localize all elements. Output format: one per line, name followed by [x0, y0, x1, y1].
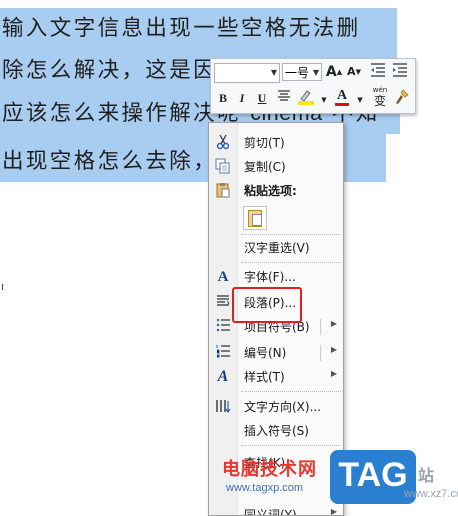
doc-line-3-text: 应该怎么来操作解决呢	[2, 101, 242, 126]
menu-item-font[interactable]: A 字体(F)...	[209, 265, 343, 289]
menu-item-cut[interactable]: 剪切(T)	[209, 131, 343, 155]
watermark-text: 电脑技术网	[222, 459, 317, 480]
format-painter-icon[interactable]	[393, 89, 411, 107]
annotation-highlight-box	[232, 287, 302, 323]
split-separator	[320, 319, 321, 335]
copy-icon	[213, 158, 233, 176]
text-direction-icon	[213, 398, 233, 416]
phonetic-char: 变	[373, 94, 386, 108]
menu-separator	[241, 391, 341, 392]
grow-font-button[interactable]: A▲	[325, 63, 343, 81]
center-align-icon[interactable]	[275, 89, 293, 107]
font-color-swatch	[335, 103, 349, 106]
menu-item-label: 文字方向(X)...	[244, 400, 322, 414]
bold-button[interactable]: B	[214, 89, 232, 107]
mini-toolbar: ▼ 一号 ▼ A▲ A▼ B I U ▼ A ▼ wén 变	[210, 58, 416, 114]
highlight-icon[interactable]	[297, 89, 315, 107]
decrease-indent-icon[interactable]	[369, 63, 387, 81]
menu-item-label: 字体(F)...	[244, 270, 296, 284]
font-icon: A	[217, 269, 229, 285]
font-size-box[interactable]: 一号 ▼	[282, 63, 322, 81]
font-color-label: A	[336, 88, 348, 103]
doc-line-2: 除怎么解决，这是因	[2, 50, 217, 92]
increase-indent-icon[interactable]	[391, 63, 409, 81]
menu-separator	[241, 234, 341, 235]
paste-keep-format-button[interactable]	[243, 206, 267, 230]
doc-line-1-text: 输入文字信息出现一些空格无法删	[2, 16, 361, 41]
submenu-arrow-icon[interactable]: ▶	[331, 507, 337, 515]
shrink-font-button[interactable]: A▼	[345, 63, 363, 81]
menu-item-synonyms[interactable]: 同义词(Y) ▶	[209, 503, 343, 516]
text-marker	[2, 284, 3, 290]
submenu-arrow-icon[interactable]: ▶	[331, 369, 337, 378]
watermark-url: www.tagxp.com	[226, 482, 304, 494]
menu-separator	[241, 262, 341, 263]
menu-item-numbering[interactable]: 编号(N) ▶	[209, 341, 343, 365]
menu-item-reconvert[interactable]: 汉字重选(V)	[209, 236, 343, 260]
phonetic-guide-button[interactable]: wén 变	[369, 86, 391, 110]
menu-item-insert-symbol[interactable]: 插入符号(S)	[209, 419, 343, 443]
chevron-down-icon[interactable]: ▼	[313, 64, 319, 82]
font-color-button[interactable]: A	[333, 87, 351, 106]
doc-line-2-text: 除怎么解决，这是因	[2, 58, 218, 83]
menu-item-label: 粘贴选项:	[244, 184, 297, 198]
menu-item-label: 剪切(T)	[244, 136, 285, 150]
grow-font-label: A	[325, 64, 337, 80]
paragraph-icon	[213, 294, 233, 312]
submenu-arrow-icon[interactable]: ▶	[331, 319, 337, 328]
chevron-down-icon[interactable]: ▼	[315, 91, 333, 109]
chevron-down-icon[interactable]: ▼	[271, 68, 277, 77]
menu-item-label: 汉字重选(V)	[244, 241, 310, 255]
menu-item-label: 复制(C)	[244, 160, 286, 174]
menu-item-label: 同义词(Y)	[244, 508, 297, 516]
submenu-arrow-icon[interactable]: ▶	[331, 345, 337, 354]
shrink-font-label: A	[347, 65, 356, 78]
cut-icon	[213, 134, 233, 152]
bullets-icon	[213, 318, 233, 336]
split-separator	[320, 345, 321, 361]
phonetic-pinyin: wén	[372, 86, 388, 94]
menu-item-label: 样式(T)	[244, 370, 285, 384]
styles-icon: A	[217, 368, 229, 385]
menu-item-label: 编号(N)	[244, 346, 287, 360]
numbering-icon	[213, 344, 233, 362]
paste-icon	[213, 182, 233, 200]
menu-item-text-direction[interactable]: 文字方向(X)...	[209, 395, 343, 419]
italic-button[interactable]: I	[233, 89, 251, 107]
menu-item-copy[interactable]: 复制(C)	[209, 155, 343, 179]
document-icon	[252, 214, 262, 226]
menu-item-label: 插入符号(S)	[244, 424, 309, 438]
chevron-down-icon[interactable]: ▼	[351, 91, 369, 109]
menu-item-paste-options: 粘贴选项:	[209, 179, 343, 203]
font-name-box[interactable]: ▼	[214, 63, 280, 83]
menu-item-styles[interactable]: A 样式(T) ▶	[209, 365, 343, 389]
underline-button[interactable]: U	[253, 89, 271, 107]
watermark-site-url: www.xz7.com	[404, 488, 458, 500]
font-size-value: 一号	[285, 66, 310, 80]
menu-separator	[241, 445, 341, 446]
doc-line-1: 输入文字信息出现一些空格无法删	[2, 8, 361, 50]
watermark-site: 站	[418, 466, 435, 485]
doc-line-4-text: 出现空格怎么去除，	[2, 149, 218, 174]
